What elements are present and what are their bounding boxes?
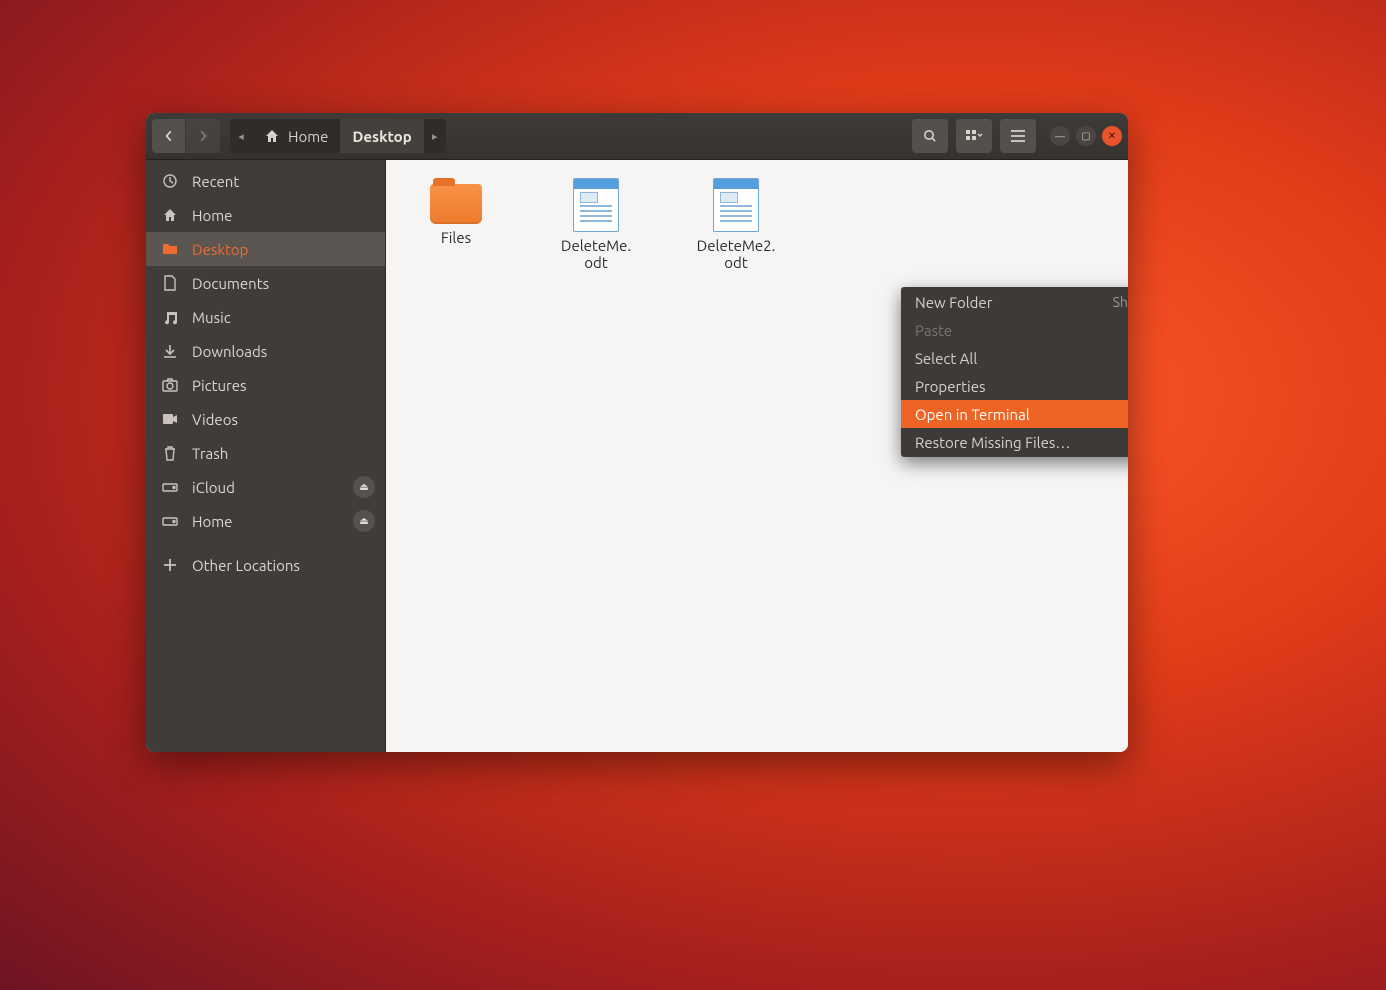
eject-button[interactable]: ⏏ — [353, 510, 375, 532]
trash-icon — [160, 445, 180, 461]
file-grid: Files DeleteMe.​odt DeleteMe2.​odt — [386, 160, 1128, 289]
sidebar-item-label: Trash — [192, 445, 228, 462]
file-label: DeleteMe.​odt — [550, 237, 642, 271]
chevron-right-icon — [197, 130, 209, 142]
sidebar-item-label: Music — [192, 309, 231, 326]
odt-document-icon — [573, 178, 619, 232]
sidebar-item-label: Documents — [192, 275, 269, 292]
header-bar: ◂ Home Desktop ▸ — ▢ ✕ — [146, 113, 1128, 160]
ctx-item-restore-missing-files-[interactable]: Restore Missing Files… — [901, 428, 1128, 456]
ctx-item-paste: PasteCtrl+V — [901, 316, 1128, 344]
search-icon — [922, 128, 938, 144]
sidebar-item-documents[interactable]: Documents — [146, 266, 385, 300]
drive-icon — [160, 481, 180, 493]
back-button[interactable] — [152, 119, 186, 153]
sidebar-item-pictures[interactable]: Pictures — [146, 368, 385, 402]
ctx-item-label: Select All — [915, 350, 977, 367]
ctx-item-open-in-terminal[interactable]: Open in Terminal — [901, 400, 1128, 428]
sidebar-item-videos[interactable]: Videos — [146, 402, 385, 436]
file-item[interactable]: DeleteMe2.​odt — [690, 178, 782, 271]
path-home-label: Home — [288, 128, 328, 145]
ctx-item-properties[interactable]: PropertiesCtrl+I — [901, 372, 1128, 400]
files-pane[interactable]: Files DeleteMe.​odt DeleteMe2.​odt New Fol… — [386, 160, 1128, 752]
hamburger-icon — [1010, 130, 1026, 142]
ctx-item-label: Properties — [915, 378, 986, 395]
ctx-item-label: New Folder — [915, 294, 992, 311]
sidebar-item-label: Home — [192, 207, 232, 224]
path-caret-left-icon[interactable]: ◂ — [230, 130, 252, 143]
clock-icon — [160, 173, 180, 189]
odt-document-icon — [713, 178, 759, 232]
folder-icon — [160, 241, 180, 257]
file-label: DeleteMe2.​odt — [690, 237, 782, 271]
sidebar-item-label: Desktop — [192, 241, 248, 258]
window-controls: — ▢ ✕ — [1050, 126, 1122, 146]
home-icon — [160, 207, 180, 223]
sidebar-item-home[interactable]: Home — [146, 198, 385, 232]
drive-icon — [160, 515, 180, 527]
eject-button[interactable]: ⏏ — [353, 476, 375, 498]
chevron-left-icon — [163, 130, 175, 142]
path-seg-home[interactable]: Home — [252, 119, 340, 153]
sidebar-item-trash[interactable]: Trash — [146, 436, 385, 470]
ctx-item-select-all[interactable]: Select AllCtrl+A — [901, 344, 1128, 372]
ctx-item-label: Open in Terminal — [915, 406, 1030, 423]
sidebar-item-recent[interactable]: Recent — [146, 164, 385, 198]
search-button[interactable] — [912, 119, 948, 153]
nav-group — [152, 119, 220, 153]
sidebar-item-label: Recent — [192, 173, 239, 190]
home-icon — [264, 128, 280, 144]
path-seg-current[interactable]: Desktop — [340, 119, 423, 153]
sidebar-item-desktop[interactable]: Desktop — [146, 232, 385, 266]
video-icon — [160, 413, 180, 425]
path-current-label: Desktop — [352, 128, 411, 145]
maximize-button[interactable]: ▢ — [1076, 126, 1096, 146]
camera-icon — [160, 378, 180, 392]
folder-icon — [430, 184, 482, 224]
view-options-button[interactable] — [956, 119, 992, 153]
ctx-item-new-folder[interactable]: New Folder Shift+Ctrl+N — [901, 288, 1128, 316]
ctx-item-shortcut: Shift+Ctrl+N — [1113, 294, 1128, 310]
sidebar-item-other-locations[interactable]: Other Locations — [146, 548, 385, 582]
window-body: Recent Home Desktop Documents Music Downloads… — [146, 160, 1128, 752]
sidebar-item-label: Videos — [192, 411, 238, 428]
sidebar-item-label: Downloads — [192, 343, 267, 360]
places-sidebar: Recent Home Desktop Documents Music Downloads… — [146, 160, 386, 752]
sidebar-item-label: Other Locations — [192, 557, 300, 574]
download-icon — [160, 343, 180, 359]
ctx-item-label: Restore Missing Files… — [915, 434, 1070, 451]
ctx-item-label: Paste — [915, 322, 952, 339]
plus-icon — [160, 558, 180, 572]
sidebar-item-label: Pictures — [192, 377, 247, 394]
document-icon — [160, 275, 180, 291]
sidebar-item-downloads[interactable]: Downloads — [146, 334, 385, 368]
sidebar-item-music[interactable]: Music — [146, 300, 385, 334]
music-icon — [160, 309, 180, 325]
sidebar-item-icloud[interactable]: iCloud ⏏ — [146, 470, 385, 504]
minimize-button[interactable]: — — [1050, 126, 1070, 146]
file-manager-window: ◂ Home Desktop ▸ — ▢ ✕ RecentHomeDe — [146, 113, 1128, 752]
file-item[interactable]: Files — [410, 178, 502, 246]
hamburger-menu-button[interactable] — [1000, 119, 1036, 153]
path-caret-right-icon[interactable]: ▸ — [424, 130, 446, 143]
path-bar: ◂ Home Desktop ▸ — [230, 119, 446, 153]
context-menu: New FolderShift+Ctrl+NPasteCtrl+VSelect … — [901, 287, 1128, 457]
close-button[interactable]: ✕ — [1102, 126, 1122, 146]
forward-button[interactable] — [186, 119, 220, 153]
file-label: Files — [441, 229, 471, 246]
grid-dropdown-icon — [965, 129, 983, 143]
file-item[interactable]: DeleteMe.​odt — [550, 178, 642, 271]
sidebar-item-home[interactable]: Home ⏏ — [146, 504, 385, 538]
sidebar-item-label: iCloud — [192, 479, 235, 496]
sidebar-item-label: Home — [192, 513, 232, 530]
